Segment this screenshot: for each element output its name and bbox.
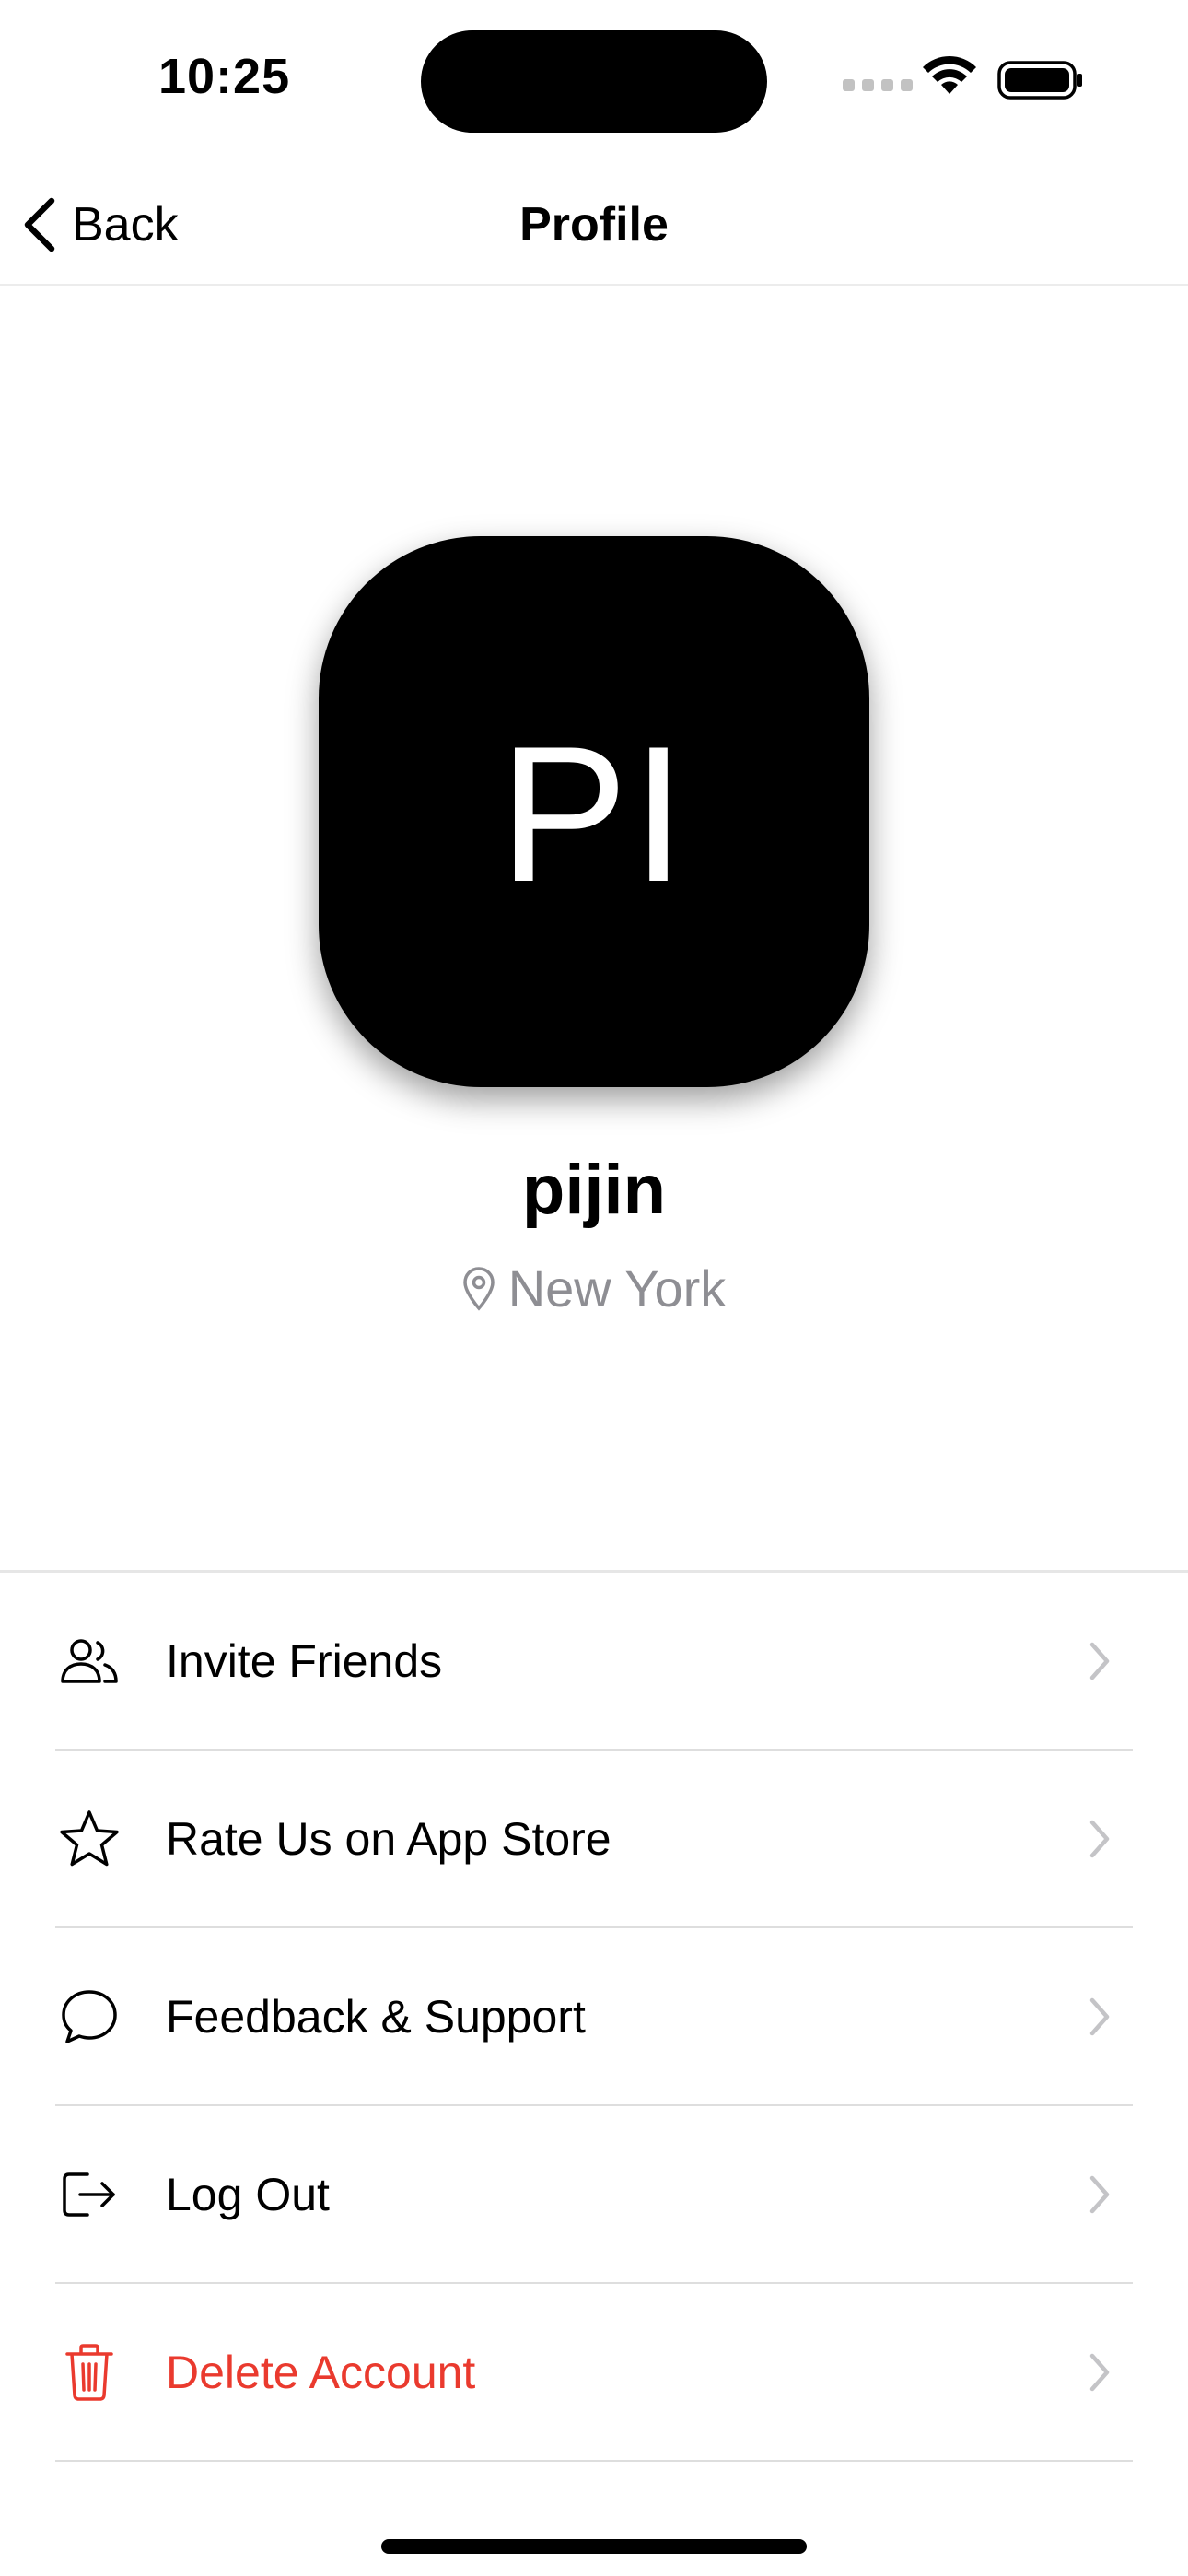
trash-icon xyxy=(55,2338,123,2406)
cellular-signal-icon xyxy=(843,79,913,91)
status-bar: 10:25 xyxy=(0,0,1188,162)
status-time: 10:25 xyxy=(158,49,291,104)
home-indicator[interactable] xyxy=(381,2539,807,2554)
menu-item-label: Log Out xyxy=(166,2168,330,2220)
chevron-right-icon xyxy=(1081,1989,1118,2044)
dynamic-island xyxy=(421,30,767,133)
people-icon xyxy=(55,1627,123,1695)
wifi-icon xyxy=(923,55,976,94)
menu-item-label: Delete Account xyxy=(166,2346,476,2398)
chevron-right-icon xyxy=(1081,1633,1118,1689)
menu-item-label: Feedback & Support xyxy=(166,1990,586,2043)
chat-bubble-icon xyxy=(55,1983,123,2051)
menu-item-invite-friends[interactable]: Invite Friends xyxy=(55,1573,1133,1751)
avatar-initials: PI xyxy=(498,706,690,922)
battery-icon xyxy=(997,61,1082,100)
menu-item-feedback-support[interactable]: Feedback & Support xyxy=(55,1928,1133,2106)
settings-menu: Invite Friends Rate Us on App Store Feed… xyxy=(55,1573,1133,2462)
menu-item-label: Invite Friends xyxy=(166,1634,443,1687)
chevron-right-icon xyxy=(1081,1811,1118,1867)
menu-item-log-out[interactable]: Log Out xyxy=(55,2106,1133,2284)
logout-icon xyxy=(55,2160,123,2229)
profile-screen: 10:25 Back Profile PI pijin New York Inv… xyxy=(0,0,1188,2576)
chevron-right-icon xyxy=(1081,2167,1118,2222)
user-location: New York xyxy=(0,1259,1188,1318)
page-title: Profile xyxy=(519,198,669,252)
menu-item-delete-account[interactable]: Delete Account xyxy=(55,2284,1133,2462)
star-icon xyxy=(55,1805,123,1873)
location-pin-icon xyxy=(462,1266,495,1311)
avatar[interactable]: PI xyxy=(319,536,869,1087)
username: pijin xyxy=(521,1151,667,1229)
menu-item-rate-us[interactable]: Rate Us on App Store xyxy=(55,1751,1133,1928)
navigation-bar: Back Profile xyxy=(0,162,1188,286)
menu-item-label: Rate Us on App Store xyxy=(166,1812,611,1865)
chevron-right-icon xyxy=(1081,2345,1118,2400)
location-label: New York xyxy=(507,1259,727,1317)
